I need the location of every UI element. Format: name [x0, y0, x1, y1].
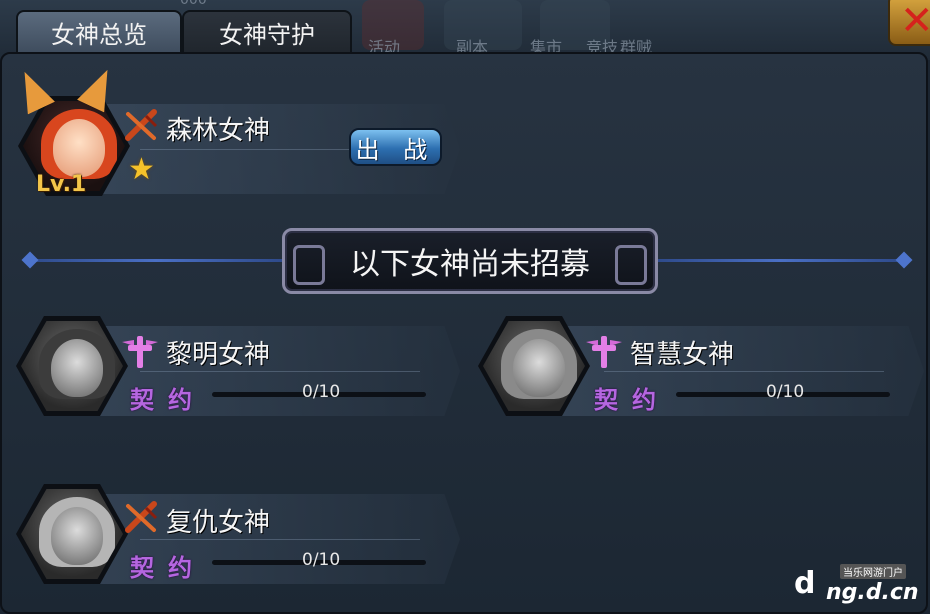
portrait-face [51, 339, 103, 397]
contract-label: 契约 [594, 386, 670, 414]
portrait-frame [21, 489, 123, 579]
close-icon: ✕ [900, 0, 930, 44]
separator-line-right [656, 259, 904, 262]
portrait-face [53, 119, 105, 177]
deploy-button[interactable]: 出 战 [349, 128, 442, 166]
contract-progress: 0/10 [302, 382, 341, 402]
contract-label: 契约 [130, 386, 206, 414]
banner-ornament-left [293, 245, 325, 285]
card-divider [140, 371, 420, 372]
tab-goddess-guard[interactable]: 女神守护 [182, 10, 352, 52]
goddess-name: 智慧女神 [630, 340, 735, 370]
watermark-tag: 当乐网游门户 [840, 564, 906, 579]
deploy-label: 出 战 [355, 135, 436, 164]
goddess-name: 复仇女神 [166, 508, 271, 538]
contract-label: 契约 [130, 554, 206, 582]
watermark-url: ng.d.cn [826, 580, 919, 605]
watermark-logo-icon: d [794, 566, 816, 601]
portrait-face [51, 507, 103, 565]
contract-progress: 0/10 [766, 382, 805, 402]
unrecruited-banner: 以下女神尚未招募 [282, 228, 658, 294]
background-label: 000 [180, 0, 207, 8]
sword-class-icon [125, 109, 158, 141]
cross-wing-class-icon [122, 336, 158, 368]
close-button[interactable]: ✕ [888, 0, 930, 46]
tab-label: 女神总览 [51, 20, 147, 49]
contract-progress: 0/10 [302, 550, 341, 570]
cross-wing-class-icon [586, 336, 622, 368]
banner-text: 以下女神尚未招募 [350, 247, 590, 282]
goddess-name: 黎明女神 [166, 340, 271, 370]
portrait-face [513, 339, 565, 397]
tab-goddess-overview[interactable]: 女神总览 [16, 10, 182, 52]
separator-line-left [28, 259, 284, 262]
tab-label: 女神守护 [219, 20, 315, 49]
sword-class-icon [125, 501, 158, 533]
site-watermark: d 当乐网游门户 ng.d.cn [792, 560, 928, 610]
card-divider [140, 539, 420, 540]
level-label: Lv.1 [36, 172, 87, 197]
card-divider [604, 371, 884, 372]
star-icon: ★ [128, 152, 155, 187]
portrait-frame [483, 321, 585, 411]
banner-ornament-right [615, 245, 647, 285]
goddess-name: 森林女神 [166, 116, 271, 146]
portrait-frame [21, 321, 123, 411]
